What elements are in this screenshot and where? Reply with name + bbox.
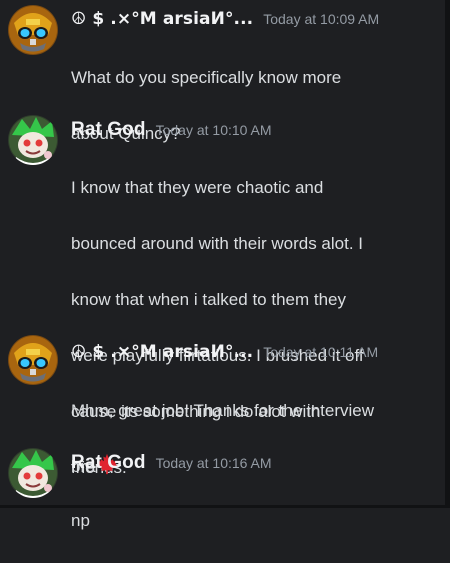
avatar-marsian[interactable] — [8, 335, 58, 385]
timestamp: Today at 10:09 AM — [263, 11, 380, 27]
message-line: What do you specifically know more — [71, 68, 342, 87]
message-header: Rat God Today at 10:16 AM — [71, 452, 272, 474]
author-name[interactable]: ☮ $ .×°Μ arsiaИ°... — [71, 9, 253, 29]
avatar-marsian[interactable] — [8, 5, 58, 55]
message-header: ☮ $ .×°Μ arsiaИ°... Today at 10:09 AM — [71, 9, 379, 29]
timestamp: Today at 10:10 AM — [155, 122, 272, 138]
message-content: np — [71, 479, 431, 563]
author-name[interactable]: ☮ $ .×°Μ arsiaИ°... — [71, 342, 253, 362]
avatar-rat-god[interactable] — [8, 115, 58, 165]
message-line: know that when i talked to them they — [71, 290, 346, 309]
message-line: Mhm, great job! Thanks for the interview — [71, 401, 374, 420]
message-line: bounced around with their words alot. I — [71, 234, 364, 253]
timestamp: Today at 10:11 AM — [263, 344, 379, 360]
message-line: I know that they were chaotic and — [71, 178, 324, 197]
chat-panel: ☮ $ .×°Μ arsiaИ°... Today at 10:09 AM Wh… — [0, 0, 445, 530]
avatar-rat-god[interactable] — [8, 448, 58, 498]
author-name[interactable]: Rat God — [71, 452, 146, 474]
window-edge — [445, 0, 450, 508]
timestamp: Today at 10:16 AM — [155, 455, 272, 471]
author-name[interactable]: Rat God — [71, 119, 146, 141]
message-header: Rat God Today at 10:10 AM — [71, 119, 272, 141]
message-line: np — [71, 511, 90, 530]
message-header: ☮ $ .×°Μ arsiaИ°... Today at 10:11 AM — [71, 342, 378, 362]
